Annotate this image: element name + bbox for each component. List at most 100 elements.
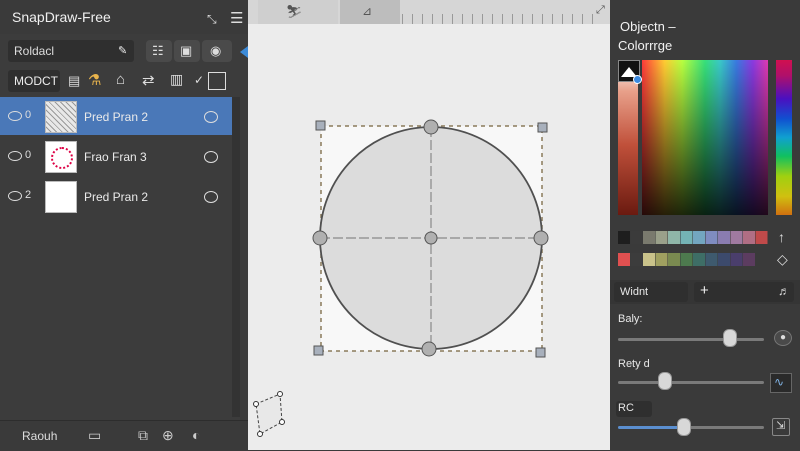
expand-icon[interactable]: ⤢ — [596, 4, 605, 17]
signpost-icon[interactable]: ⇄ — [142, 71, 155, 89]
search-field[interactable]: Roldacl ✎ — [8, 40, 134, 62]
panel-pointer-icon — [240, 46, 248, 58]
visibility-eye-icon[interactable] — [8, 191, 22, 201]
arrow-up-icon[interactable]: ↑ — [778, 229, 785, 245]
slider1-label: Baly: — [618, 313, 643, 325]
mask-button[interactable]: ◉ — [202, 40, 232, 62]
wave-button[interactable]: ∿ — [770, 373, 792, 393]
picker-dot-icon — [633, 75, 642, 84]
footer-label: Raouh — [22, 429, 58, 443]
trash-icon[interactable]: ◐ — [192, 427, 200, 443]
palette-swatch[interactable] — [693, 253, 705, 266]
select-tool-icon: ⛷ — [286, 4, 303, 19]
palette-swatch[interactable] — [655, 231, 668, 244]
palette-swatch[interactable] — [618, 231, 630, 244]
align-icon[interactable]: ▤ — [68, 73, 80, 89]
color-field[interactable] — [642, 60, 768, 215]
archive-icon[interactable]: ▥ — [170, 71, 183, 88]
baly-slider-knob[interactable] — [722, 329, 737, 347]
mode-dropdown[interactable]: MODCT — [8, 70, 60, 92]
palette-swatch[interactable] — [680, 253, 693, 266]
layer-visibility-icon[interactable] — [204, 151, 218, 163]
palette-swatch[interactable] — [705, 231, 718, 244]
palette-swatch[interactable] — [643, 253, 655, 266]
palette-swatch[interactable] — [680, 231, 693, 244]
layer-row[interactable]: 0 Pred Pran 2 — [0, 97, 232, 135]
color-panel: Objectn – Colorrrge ↑ ◇ Widnt + ♬ Baly: — [610, 0, 800, 450]
palette-swatch[interactable] — [730, 231, 743, 244]
tab-draw[interactable]: ⊿ — [340, 0, 400, 24]
export-button[interactable]: ⇲ — [772, 418, 790, 436]
folder-icon[interactable]: ▭ — [88, 427, 101, 444]
visibility-eye-icon[interactable] — [8, 151, 22, 161]
adjust-icon[interactable]: ⊕ — [162, 427, 174, 444]
layer-name: Frao Fran 3 — [84, 150, 147, 164]
palette-swatch[interactable] — [668, 253, 680, 266]
layers-scrollbar[interactable] — [232, 97, 240, 417]
layer-row[interactable]: 2 Pred Pran 2 — [0, 177, 232, 215]
palette-swatch[interactable] — [630, 231, 643, 244]
anchor-point[interactable] — [423, 119, 439, 135]
palette-swatch[interactable] — [693, 231, 705, 244]
image-button[interactable]: ▣ — [174, 40, 200, 62]
anchor-point[interactable] — [421, 341, 437, 357]
palette-swatch[interactable] — [718, 231, 730, 244]
corner-handle[interactable] — [535, 347, 546, 358]
layer-visibility-icon[interactable] — [204, 111, 218, 123]
search-value: Roldacl — [14, 44, 55, 58]
rc-field[interactable]: RC — [616, 401, 652, 417]
palette-row-1 — [618, 231, 768, 250]
hue-slider[interactable] — [776, 60, 792, 215]
corner-handle[interactable] — [315, 120, 326, 131]
palette-swatch[interactable] — [705, 253, 718, 266]
corner-handle[interactable] — [313, 345, 324, 356]
layer-row[interactable]: 0 Frao Fran 3 — [0, 137, 232, 175]
layer-thumbnail — [45, 181, 77, 213]
rc-slider-track[interactable] — [618, 426, 764, 429]
width-label: Widnt — [620, 286, 649, 298]
palette-swatch[interactable] — [655, 253, 668, 266]
anchor-point[interactable] — [533, 230, 549, 246]
rc-slider-knob[interactable] — [676, 418, 691, 436]
brush-icon[interactable]: ✎ — [118, 44, 127, 57]
palette-swatch[interactable] — [743, 253, 755, 266]
menu-icon[interactable]: ☰ — [230, 9, 243, 27]
anchor-point[interactable] — [312, 230, 328, 246]
palette-swatch[interactable] — [718, 253, 730, 266]
palette-swatch[interactable] — [643, 231, 655, 244]
palette-swatch[interactable] — [630, 253, 643, 266]
wave-icon: ∿ — [774, 375, 785, 389]
baly-slider-track[interactable] — [618, 338, 764, 341]
foreground-swatch[interactable] — [618, 60, 642, 84]
width-add-field[interactable]: + ♬ — [694, 282, 794, 302]
collapse-icon[interactable]: ⤡ — [207, 12, 217, 27]
layers-stack-button[interactable]: ☷ — [146, 40, 172, 62]
drawing-canvas[interactable]: ⛷ ⊿ ⤢ — [248, 0, 610, 450]
checkbox[interactable] — [208, 72, 226, 90]
music-icon[interactable]: ♬ — [778, 284, 790, 298]
tab-select[interactable]: ⛷ — [258, 0, 338, 24]
duplicate-icon[interactable]: ⧉ — [138, 427, 148, 444]
layer-name: Pred Pran 2 — [84, 110, 149, 124]
canvas-artwork[interactable] — [248, 24, 610, 450]
palette-swatch[interactable] — [618, 253, 630, 266]
palette-swatch[interactable] — [668, 231, 680, 244]
export-icon: ⇲ — [776, 420, 786, 432]
fill-tool-icon[interactable]: ⚗ — [88, 71, 101, 89]
layer-number: 0 — [25, 149, 32, 161]
layer-visibility-icon[interactable] — [204, 191, 218, 203]
diamond-icon[interactable]: ◇ — [777, 251, 788, 268]
eye-icon[interactable]: ● — [774, 330, 792, 346]
center-point[interactable] — [424, 231, 438, 245]
layer-name: Pred Pran 2 — [84, 190, 149, 204]
width-field[interactable]: Widnt — [614, 282, 688, 302]
palette-swatch[interactable] — [755, 231, 768, 244]
corner-handle[interactable] — [537, 122, 548, 133]
chevron-down-icon[interactable]: ✓ — [194, 73, 204, 87]
palette-swatch[interactable] — [730, 253, 743, 266]
rety-slider-knob[interactable] — [658, 372, 673, 390]
home-icon[interactable]: ⌂ — [116, 71, 125, 88]
palette-swatch[interactable] — [743, 231, 755, 244]
rety-slider-track[interactable] — [618, 381, 764, 384]
visibility-eye-icon[interactable] — [8, 111, 22, 121]
